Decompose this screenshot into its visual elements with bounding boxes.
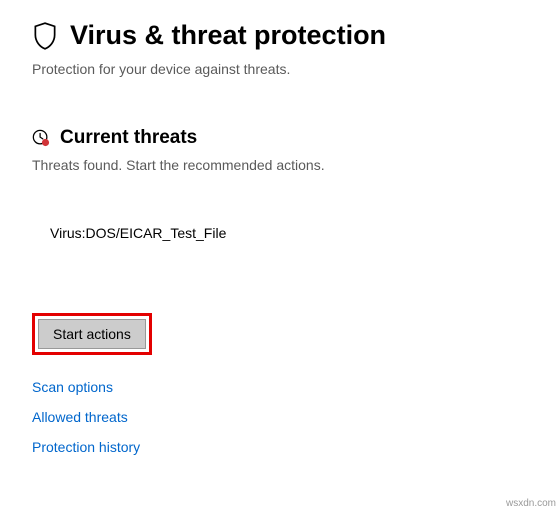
page-title: Virus & threat protection (70, 20, 386, 51)
scan-options-link[interactable]: Scan options (32, 379, 528, 395)
page-header: Virus & threat protection (32, 20, 528, 51)
start-actions-button[interactable]: Start actions (38, 319, 146, 349)
watermark: wsxdn.com (506, 498, 556, 509)
current-threats-header: Current threats (32, 127, 528, 149)
current-threats-subtitle: Threats found. Start the recommended act… (32, 157, 528, 173)
clock-alert-icon (32, 129, 50, 147)
shield-icon (32, 21, 58, 51)
allowed-threats-link[interactable]: Allowed threats (32, 409, 528, 425)
threat-item[interactable]: Virus:DOS/EICAR_Test_File (50, 225, 528, 241)
protection-history-link[interactable]: Protection history (32, 439, 528, 455)
current-threats-title: Current threats (60, 127, 197, 149)
highlight-annotation: Start actions (32, 313, 152, 355)
page-subtitle: Protection for your device against threa… (32, 61, 528, 77)
